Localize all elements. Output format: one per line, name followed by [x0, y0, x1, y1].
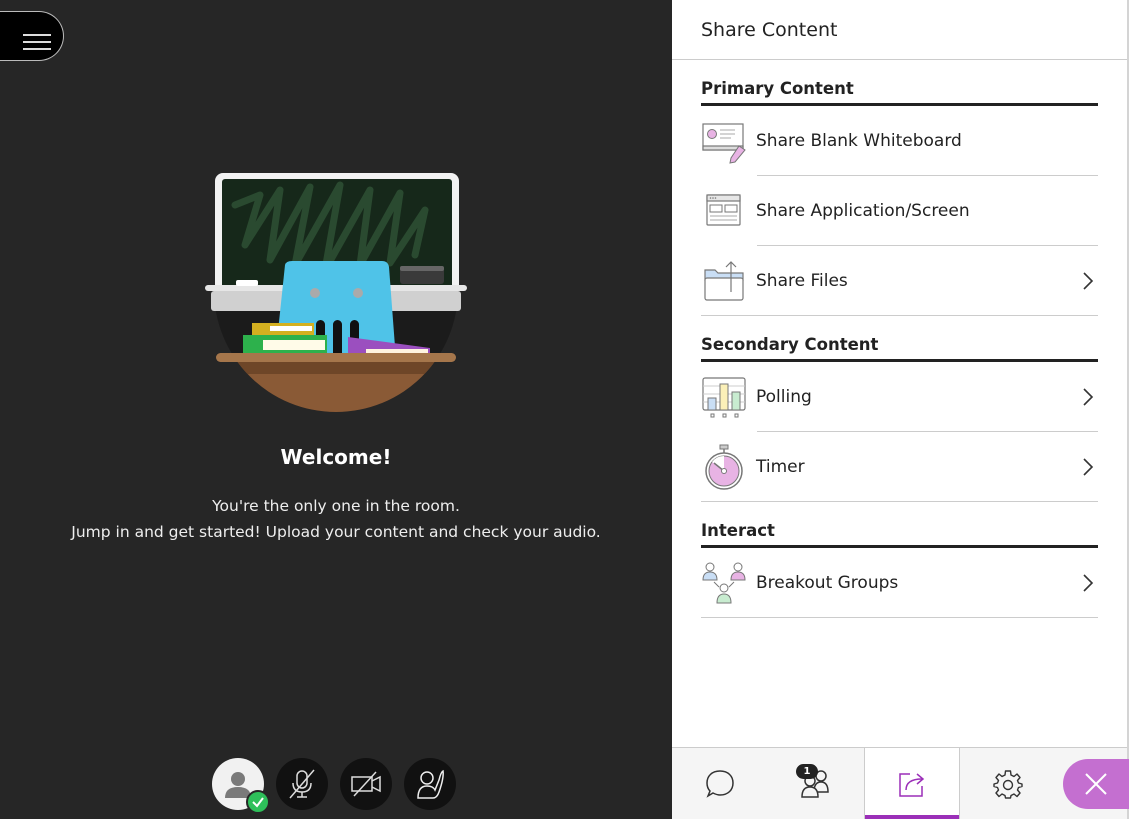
session-menu-button[interactable]	[0, 11, 64, 61]
share-files-item[interactable]: Share Files	[701, 246, 1098, 316]
welcome-line-1: You're the only one in the room.	[212, 497, 460, 515]
share-blank-whiteboard-item[interactable]: Share Blank Whiteboard	[701, 106, 1098, 176]
section-title: Primary Content	[701, 60, 1098, 106]
camera-button[interactable]	[340, 758, 392, 810]
item-label: Breakout Groups	[756, 573, 899, 593]
my-status-button[interactable]	[212, 758, 270, 814]
section-title: Secondary Content	[701, 316, 1098, 362]
item-label: Timer	[756, 457, 805, 477]
panel-tab-bar: 1	[672, 747, 1129, 819]
raise-hand-button[interactable]	[404, 758, 456, 810]
hamburger-line	[23, 41, 51, 43]
welcome-title: Welcome!	[280, 445, 392, 469]
share-content-panel: Share Content Primary Content Share Blan…	[672, 0, 1129, 819]
item-label: Share Blank Whiteboard	[756, 131, 962, 151]
polling-item[interactable]: Polling	[701, 362, 1098, 432]
classroom-illustration	[205, 173, 467, 412]
chevron-right-icon	[1083, 458, 1094, 476]
tab-share-content[interactable]	[864, 748, 960, 819]
panel-header: Share Content	[672, 0, 1127, 60]
chevron-right-icon	[1083, 388, 1094, 406]
hamburger-line	[23, 34, 51, 36]
timer-item[interactable]: Timer	[701, 432, 1098, 502]
section-secondary-content: Secondary Content Polling Timer	[701, 316, 1098, 502]
item-label: Share Application/Screen	[756, 201, 970, 221]
raise-hand-icon	[417, 769, 444, 799]
section-primary-content: Primary Content Share Blank Whiteboard S…	[701, 60, 1098, 316]
panel-title: Share Content	[701, 18, 838, 41]
section-interact: Interact Breakout Groups	[701, 502, 1098, 618]
chat-bubble-icon	[706, 769, 734, 798]
close-panel-button[interactable]	[1063, 759, 1129, 809]
chevron-right-icon	[1083, 574, 1094, 592]
stopwatch-icon	[701, 444, 747, 490]
item-label: Share Files	[756, 271, 848, 291]
camera-off-icon	[351, 771, 381, 797]
session-controls	[212, 758, 456, 814]
poll-chart-icon	[701, 374, 747, 420]
microphone-off-icon	[289, 769, 315, 799]
breakout-groups-icon	[701, 560, 747, 606]
checkmark-icon	[252, 797, 264, 808]
welcome-line-2: Jump in and get started! Upload your con…	[71, 523, 601, 541]
session-stage: Welcome! You're the only one in the room…	[0, 0, 672, 819]
hamburger-line	[23, 48, 51, 50]
chevron-right-icon	[1083, 272, 1094, 290]
welcome-message: You're the only one in the room. Jump in…	[0, 493, 672, 545]
application-screen-icon	[701, 188, 747, 234]
tab-settings[interactable]	[960, 748, 1056, 819]
status-present-badge	[246, 790, 270, 814]
folder-upload-icon	[701, 258, 747, 304]
microphone-button[interactable]	[276, 758, 328, 810]
share-application-screen-item[interactable]: Share Application/Screen	[701, 176, 1098, 246]
tab-attendees[interactable]: 1	[768, 748, 864, 819]
breakout-groups-item[interactable]: Breakout Groups	[701, 548, 1098, 618]
share-icon	[899, 772, 925, 797]
section-title: Interact	[701, 502, 1098, 548]
whiteboard-icon	[701, 118, 747, 164]
close-icon	[1085, 773, 1107, 795]
item-label: Polling	[756, 387, 812, 407]
tab-chat[interactable]	[672, 748, 768, 819]
attendee-count-badge: 1	[796, 764, 818, 779]
gear-icon	[993, 769, 1023, 799]
